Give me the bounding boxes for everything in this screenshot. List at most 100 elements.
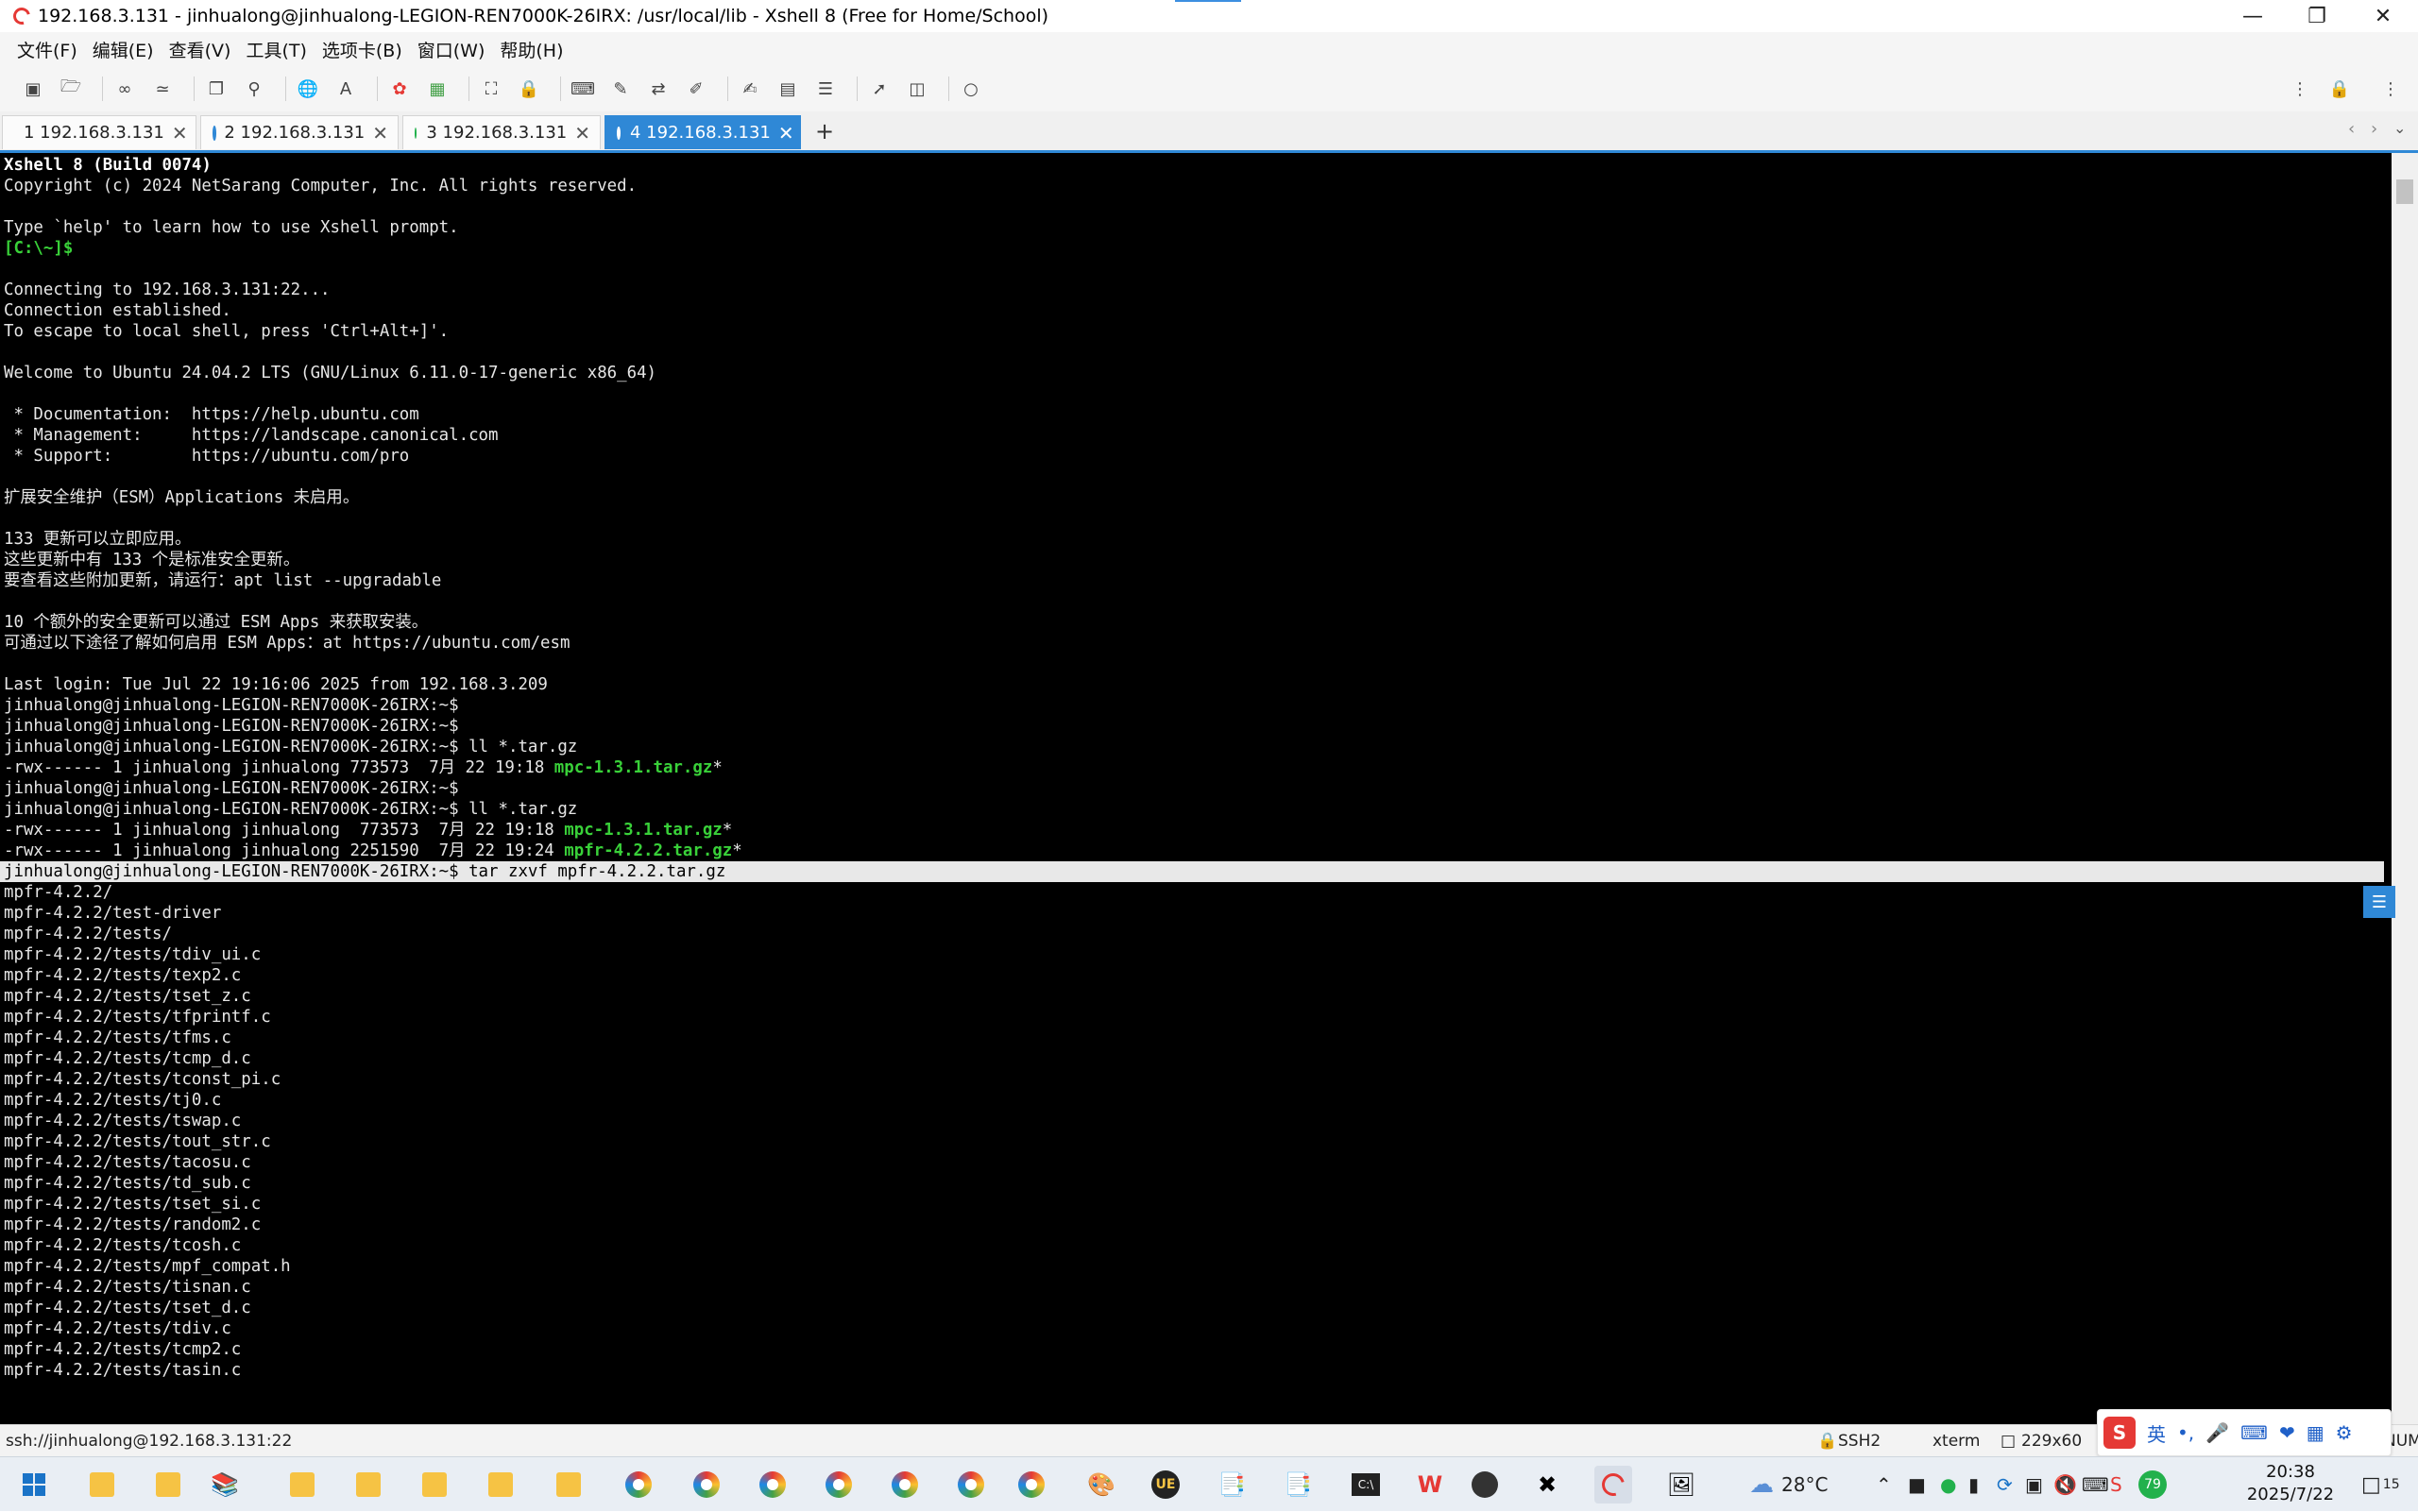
tab-session-1[interactable]: 1 192.168.3.131 ✕ (2, 115, 196, 149)
close-button[interactable]: ✕ (2350, 0, 2416, 32)
tab-list-icon[interactable]: ⌄ (2393, 119, 2406, 137)
log-icon[interactable]: ▤ (774, 75, 802, 103)
ime-mic-icon[interactable]: 🎤 (2205, 1421, 2229, 1444)
ultraedit-icon[interactable]: UE (1147, 1466, 1184, 1504)
edit-icon[interactable]: ✐ (682, 75, 710, 103)
terminal-scrollbar[interactable] (2392, 153, 2418, 1424)
sogou-ime-icon[interactable]: S (2103, 1417, 2136, 1449)
tab-scroll-left-icon[interactable]: ‹ (2348, 119, 2355, 139)
menu-file[interactable]: 文件(F) (17, 37, 77, 62)
restore-button[interactable]: ❐ (2284, 0, 2350, 32)
tools-icon[interactable]: ✖ (1528, 1466, 1566, 1504)
fullscreen-icon[interactable]: ⛶ (477, 75, 505, 103)
terminal-app-icon[interactable]: C:\ (1347, 1466, 1385, 1504)
chrome-icon[interactable] (820, 1466, 858, 1504)
scrollbar-thumb[interactable] (2396, 179, 2413, 204)
wps-icon[interactable]: W (1411, 1466, 1449, 1504)
file-explorer-icon[interactable] (149, 1466, 187, 1504)
chrome-icon[interactable] (688, 1466, 725, 1504)
obs-icon[interactable] (1466, 1466, 1504, 1504)
more-menu-icon[interactable]: ⋮ (2286, 75, 2314, 103)
file-explorer-icon[interactable] (550, 1466, 587, 1504)
file-explorer-icon[interactable] (283, 1466, 321, 1504)
pen-icon[interactable]: ✎ (606, 75, 635, 103)
ime-skin-icon[interactable]: ❤ (2279, 1421, 2295, 1444)
close-tab-icon[interactable]: ✕ (574, 122, 590, 144)
file-explorer-icon[interactable] (482, 1466, 519, 1504)
new-tab-button[interactable]: + (810, 117, 839, 145)
layout-icon[interactable]: ◫ (903, 75, 931, 103)
chrome-icon[interactable] (620, 1466, 657, 1504)
sogou-tray-icon[interactable]: S (2110, 1457, 2122, 1512)
xftp-icon[interactable]: ✿ (385, 75, 414, 103)
file-explorer-icon[interactable] (349, 1466, 387, 1504)
list-icon[interactable]: ☰ (811, 75, 840, 103)
file-explorer-icon[interactable] (416, 1466, 453, 1504)
ime-keyboard-icon[interactable]: ⌨ (2240, 1421, 2268, 1444)
menu-tabs[interactable]: 选项卡(B) (322, 37, 402, 62)
open-folder-icon[interactable]: 🗁 (57, 75, 85, 103)
globe-icon[interactable]: 🌐 (294, 75, 322, 103)
new-session-icon[interactable]: ▣ (19, 75, 47, 103)
system-clock[interactable]: 20:38 2025/7/22 (2239, 1461, 2342, 1506)
wechat-icon[interactable]: ● (1940, 1457, 1956, 1512)
menu-edit[interactable]: 编辑(E) (93, 37, 154, 62)
tray-chevron-icon[interactable]: ⌃ (1876, 1457, 1892, 1512)
tab-session-4[interactable]: 4 192.168.3.131 ✕ (604, 115, 801, 149)
sync-icon[interactable]: ⟳ (1997, 1457, 2013, 1512)
quick-command-handle-icon[interactable]: ☰ (2363, 886, 2395, 918)
menu-window[interactable]: 窗口(W) (417, 37, 485, 62)
ime-punctuation-icon[interactable]: •, (2177, 1421, 2194, 1444)
menu-view[interactable]: 查看(V) (169, 37, 231, 62)
close-tab-icon[interactable]: ✕ (372, 122, 388, 144)
keyboard-icon[interactable]: ⌨ (569, 75, 597, 103)
tray-app-icon[interactable]: ■ (1908, 1457, 1926, 1512)
reconnect-icon[interactable]: ∞ (111, 75, 139, 103)
notes-icon[interactable]: 📑 (1279, 1466, 1317, 1504)
ime-toolbar[interactable]: S 英 •, 🎤 ⌨ ❤ ▦ ⚙ (2097, 1409, 2392, 1456)
notification-center-icon[interactable]: □ 15 (2361, 1457, 2400, 1512)
compose-icon[interactable]: ✍ (736, 75, 764, 103)
weather-widget[interactable]: ☁ 28°C (1749, 1457, 1828, 1512)
chrome-icon[interactable] (886, 1466, 924, 1504)
ime-settings-icon[interactable]: ⚙ (2336, 1421, 2353, 1444)
tab-session-2[interactable]: 2 192.168.3.131 ✕ (200, 115, 399, 149)
lock-icon[interactable]: 🔒 (515, 75, 543, 103)
start-windows-icon[interactable] (15, 1466, 53, 1504)
ime-language[interactable]: 英 (2147, 1419, 2166, 1447)
close-tab-icon[interactable]: ✕ (172, 122, 188, 144)
display-icon[interactable]: ▣ (2025, 1457, 2043, 1512)
chrome-icon[interactable] (952, 1466, 990, 1504)
menu-help[interactable]: 帮助(H) (500, 37, 563, 62)
chat-icon[interactable]: ○ (957, 75, 985, 103)
search-icon[interactable]: ⚲ (240, 75, 268, 103)
copy-icon[interactable]: ❐ (202, 75, 230, 103)
file-explorer-icon[interactable] (83, 1466, 121, 1504)
close-tab-icon[interactable]: ✕ (778, 122, 794, 144)
security-badge-icon[interactable]: 79 (2138, 1457, 2167, 1512)
transfer-icon[interactable]: ⇄ (644, 75, 673, 103)
image-viewer-icon[interactable]: 🖼 (1662, 1466, 1700, 1504)
tab-session-3[interactable]: 3 192.168.3.131 ✕ (402, 115, 601, 149)
minimize-button[interactable]: — (2220, 0, 2286, 32)
xshell-taskbar-icon[interactable] (1594, 1466, 1632, 1504)
listing-perms: -rwx------ 1 jinhualong jinhualong 77357… (4, 758, 554, 777)
script-icon[interactable]: ▦ (423, 75, 451, 103)
chrome-icon[interactable] (1013, 1466, 1050, 1504)
ime-tray-icon[interactable]: ⌨ (2082, 1457, 2109, 1512)
overflow-icon[interactable]: ⋮ (2376, 75, 2405, 103)
ime-grid-icon[interactable]: ▦ (2307, 1421, 2324, 1444)
disconnect-icon[interactable]: ≃ (148, 75, 177, 103)
mute-icon[interactable]: 🔇 (2053, 1457, 2077, 1512)
menu-tools[interactable]: 工具(T) (246, 37, 306, 62)
chrome-icon[interactable] (754, 1466, 792, 1504)
paint-icon[interactable]: 🎨 (1082, 1466, 1120, 1504)
notes-icon[interactable]: 📑 (1213, 1466, 1251, 1504)
terminal-pane[interactable]: Xshell 8 (Build 0074) Copyright (c) 2024… (0, 153, 2392, 1424)
tab-scroll-right-icon[interactable]: › (2371, 119, 2377, 139)
toolbar-lock-icon[interactable]: 🔒 (2325, 75, 2354, 103)
font-icon[interactable]: A (332, 75, 360, 103)
send-icon[interactable]: ➚ (865, 75, 894, 103)
app-book-icon[interactable]: 📚 (206, 1466, 244, 1504)
battery-icon[interactable]: ▮ (1968, 1457, 1979, 1512)
